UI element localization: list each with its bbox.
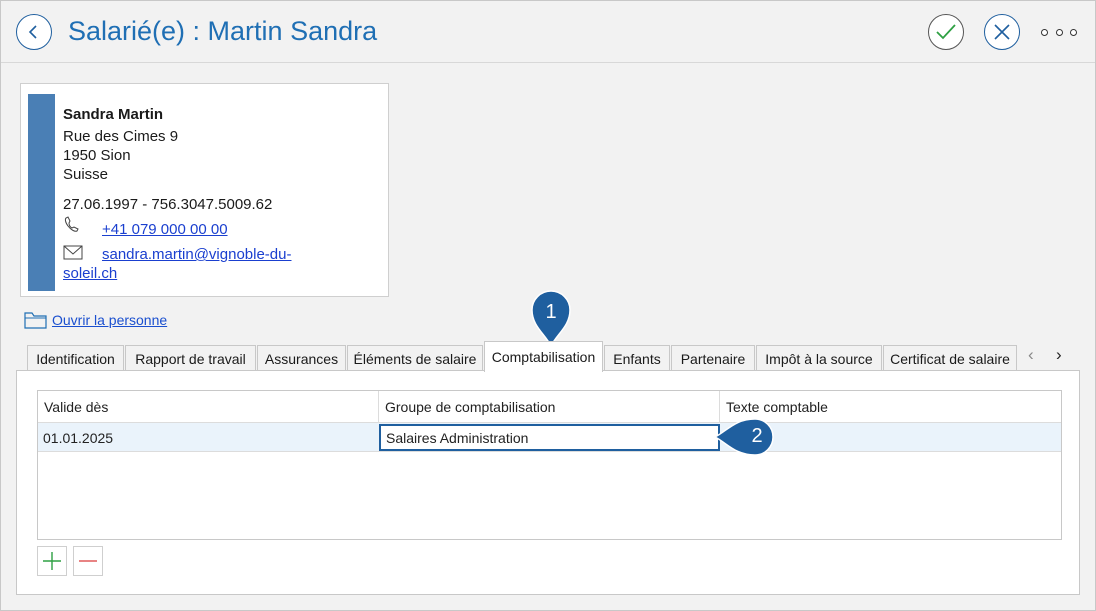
column-header-valide-des[interactable]: Valide dès: [38, 391, 379, 423]
cell-groupe-edit[interactable]: Salaires Administration: [379, 424, 720, 451]
tab-partenaire[interactable]: Partenaire: [671, 345, 755, 371]
tab-enfants[interactable]: Enfants: [604, 345, 670, 371]
phone-link[interactable]: +41 079 000 00 00: [102, 221, 228, 238]
chevron-left-icon: [28, 25, 37, 39]
checkmark-icon: [936, 24, 956, 40]
tab-certificat-de-salaire[interactable]: Certificat de salaire: [883, 345, 1017, 371]
tab-comptabilisation[interactable]: Comptabilisation: [484, 341, 603, 372]
tab-scroll-left-icon[interactable]: ‹: [1028, 345, 1034, 365]
grid-header: Valide dès Groupe de comptabilisation Te…: [38, 391, 1061, 423]
tab-panel-comptabilisation: Valide dès Groupe de comptabilisation Te…: [16, 370, 1080, 595]
email-link-line1[interactable]: sandra.martin@vignoble-du-: [102, 246, 292, 263]
person-street: Rue des Cimes 9: [63, 128, 179, 145]
tab-elements-de-salaire[interactable]: Éléments de salaire: [347, 345, 483, 371]
page-title: Salarié(e) : Martin Sandra: [68, 16, 378, 46]
person-card: Sandra Martin Rue des Cimes 9 1950 Sion …: [20, 83, 389, 297]
column-header-groupe[interactable]: Groupe de comptabilisation: [379, 391, 720, 423]
more-icon: [1041, 28, 1048, 36]
phone-icon: [64, 216, 79, 232]
person-country: Suisse: [63, 166, 109, 183]
minus-icon: [79, 560, 97, 562]
folder-icon: [24, 312, 47, 329]
tab-scroll-right-icon[interactable]: ›: [1056, 345, 1062, 365]
open-person-label: Ouvrir la personne: [52, 312, 168, 328]
person-city: 1950 Sion: [63, 147, 131, 164]
confirm-button[interactable]: [928, 14, 964, 50]
callout-1-number: 1: [545, 301, 557, 323]
tab-rapport-de-travail[interactable]: Rapport de travail: [125, 345, 256, 371]
accounting-grid: Valide dès Groupe de comptabilisation Te…: [37, 390, 1062, 540]
tab-identification[interactable]: Identification: [27, 345, 124, 371]
open-person-link[interactable]: Ouvrir la personne: [24, 310, 167, 330]
tab-assurances[interactable]: Assurances: [257, 345, 346, 371]
add-row-button[interactable]: [37, 546, 67, 576]
card-accent-bar: [28, 94, 55, 291]
employee-window: Salarié(e) : Martin Sandra Sandra Martin…: [0, 0, 1096, 611]
back-button[interactable]: [16, 14, 52, 50]
table-row[interactable]: 01.01.2025 Salaires Administration: [38, 423, 1061, 452]
remove-row-button[interactable]: [73, 546, 103, 576]
person-birth-ahv: 27.06.1997 - 756.3047.5009.62: [63, 196, 273, 213]
cancel-button[interactable]: [984, 14, 1020, 50]
callout-2-number: 2: [751, 425, 763, 447]
close-icon: [994, 24, 1010, 40]
person-name: Sandra Martin: [63, 106, 164, 123]
email-link-line2[interactable]: soleil.ch: [63, 265, 117, 282]
envelope-icon: [63, 245, 83, 260]
tab-impot-a-la-source[interactable]: Impôt à la source: [756, 345, 882, 371]
plus-icon: [43, 552, 61, 570]
cell-valide-des[interactable]: 01.01.2025: [38, 423, 379, 452]
header-bar: Salarié(e) : Martin Sandra: [1, 1, 1095, 63]
more-button[interactable]: [1041, 23, 1077, 41]
